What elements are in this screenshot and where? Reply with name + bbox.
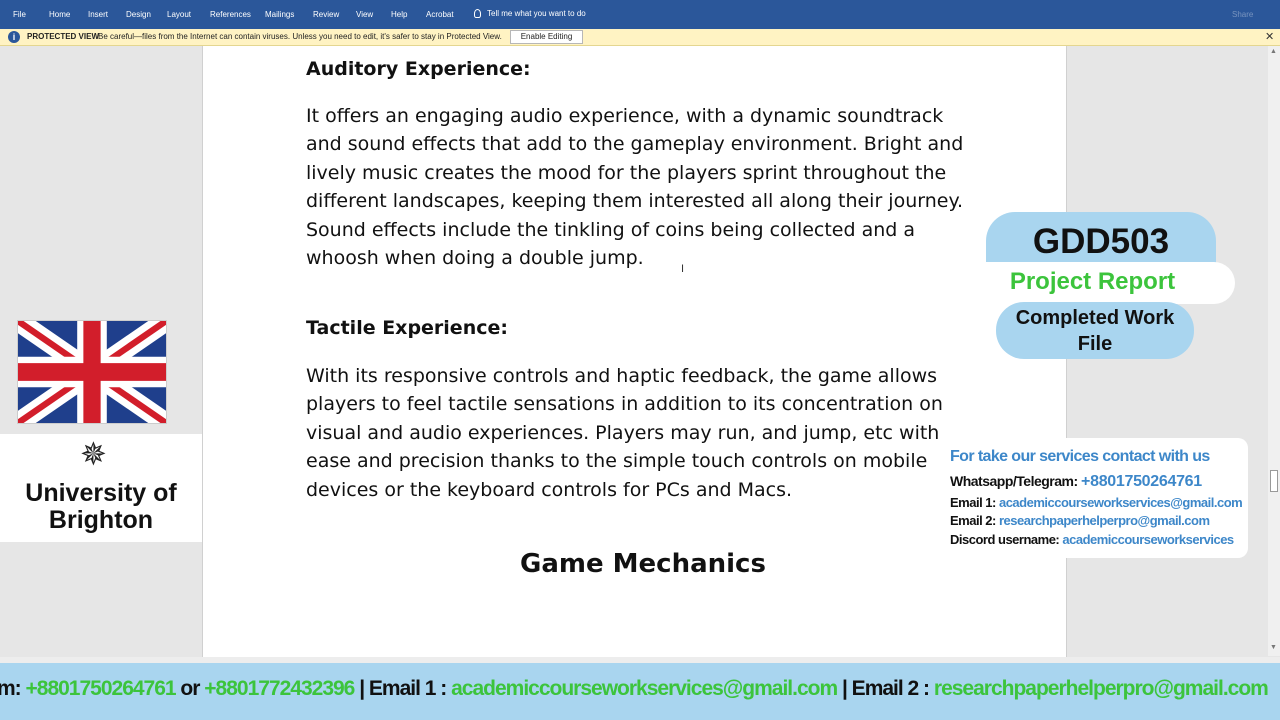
contact-label: Email 2:: [950, 513, 999, 528]
ticker-segment: | Email 1 :: [354, 677, 452, 700]
tell-me-label: Tell me what you want to do: [487, 9, 586, 18]
university-logo: ✵ University of Brighton: [0, 434, 202, 542]
menu-home[interactable]: Home: [49, 10, 70, 19]
menu-view[interactable]: View: [356, 10, 373, 19]
contact-value: academiccourseworkservices@gmail.com: [998, 495, 1243, 510]
ribbon-menu-bar: File Home Insert Design Layout Reference…: [0, 0, 1280, 29]
scrollbar-thumb[interactable]: [1270, 470, 1278, 492]
menu-review[interactable]: Review: [313, 10, 339, 19]
lightbulb-icon: [474, 9, 481, 18]
scroll-down-icon[interactable]: ▼: [1270, 644, 1277, 651]
game-mechanics-heading: Game Mechanics: [520, 549, 766, 579]
menu-references[interactable]: References: [210, 10, 251, 19]
contact-value: +8801750264761: [1081, 473, 1202, 490]
menu-mailings[interactable]: Mailings: [265, 10, 294, 19]
menu-layout[interactable]: Layout: [167, 10, 191, 19]
menu-design[interactable]: Design: [126, 10, 151, 19]
university-name: University of Brighton: [25, 479, 177, 534]
auditory-heading: Auditory Experience:: [306, 58, 531, 80]
contact-value: academiccourseworkservices: [1062, 532, 1234, 547]
close-icon[interactable]: ✕: [1265, 30, 1274, 43]
ticker-segment: academiccourseworkservices@gmail.com: [451, 677, 838, 700]
ticker-segment: m:: [0, 677, 22, 700]
completed-work-badge: Completed Work File: [996, 302, 1194, 359]
contact-title: For take our services contact with us: [950, 448, 1210, 465]
vertical-scrollbar[interactable]: ▲ ▼: [1268, 46, 1280, 656]
tactile-heading: Tactile Experience:: [306, 317, 508, 339]
protected-view-message: Be careful—files from the Internet can c…: [98, 32, 502, 41]
protected-view-title: PROTECTED VIEW: [27, 32, 100, 41]
star-emblem-icon: ✵: [80, 436, 107, 472]
text-cursor-icon: I: [681, 263, 685, 275]
contact-row-whatsapp: Whatsapp/Telegram: +8801750264761: [950, 473, 1202, 491]
contact-row-discord: Discord username: academiccourseworkserv…: [950, 531, 1234, 549]
info-shield-icon: i: [8, 31, 20, 43]
contact-label: Discord username:: [950, 532, 1063, 547]
menu-help[interactable]: Help: [391, 10, 407, 19]
protected-view-bar: i PROTECTED VIEW Be careful—files from t…: [0, 29, 1280, 46]
menu-insert[interactable]: Insert: [88, 10, 108, 19]
project-report-badge: Project Report: [950, 262, 1235, 304]
contact-row-email1: Email 1: academiccourseworkservices@gmai…: [950, 494, 1243, 512]
share-button[interactable]: Share: [1232, 10, 1253, 19]
ticker-segment: +8801750264761: [25, 677, 177, 700]
scroll-up-icon[interactable]: ▲: [1270, 48, 1277, 55]
ticker-segment: or: [175, 677, 205, 700]
contact-card: For take our services contact with us Wh…: [944, 438, 1248, 558]
auditory-paragraph: It offers an engaging audio experience, …: [306, 105, 964, 270]
menu-file[interactable]: File: [13, 10, 26, 19]
tell-me-search[interactable]: Tell me what you want to do: [474, 9, 586, 18]
contact-value: researchpaperhelperpro@gmail.com: [998, 513, 1210, 528]
ticker-segment: | Email 2 :: [837, 677, 934, 700]
ticker-text: m: +8801750264761 or +8801772432396 | Em…: [0, 677, 1269, 701]
contact-label: Whatsapp/Telegram:: [950, 473, 1082, 489]
tactile-paragraph: With its responsive controls and haptic …: [306, 365, 943, 501]
uk-flag-icon: [17, 320, 167, 424]
menu-acrobat[interactable]: Acrobat: [426, 10, 454, 19]
ticker-segment: +8801772432396: [204, 677, 355, 700]
contact-label: Email 1:: [950, 495, 999, 510]
enable-editing-button[interactable]: Enable Editing: [510, 30, 583, 44]
ticker-segment: researchpaperhelperpro@gmail.com: [933, 677, 1269, 700]
contact-ticker-banner: m: +8801750264761 or +8801772432396 | Em…: [0, 663, 1280, 720]
contact-row-email2: Email 2: researchpaperhelperpro@gmail.co…: [950, 512, 1210, 530]
